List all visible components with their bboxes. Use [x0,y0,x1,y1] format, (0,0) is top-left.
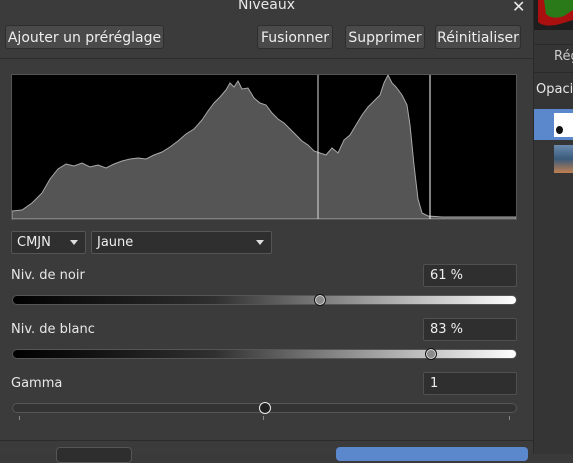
gamma-label: Gamma [11,376,63,391]
black-level-label: Niv. de noir [11,268,85,283]
channel-value: Jaune [97,235,134,250]
levels-dialog: Niveaux ✕ Ajouter un préréglage Fusionne… [0,0,534,463]
histogram [11,73,517,220]
gamma-tick-max [509,416,510,420]
layer-thumbnail [554,113,573,137]
chevron-down-icon [70,240,78,245]
panel-tab[interactable]: Rég [554,49,573,64]
gamma-input[interactable]: 1 [423,372,517,395]
layer-mask-icon [556,126,563,134]
footer-divider [0,440,533,441]
delete-button[interactable]: Supprimer [345,25,425,49]
reset-button[interactable]: Réinitialiser [435,25,521,49]
gamma-tick-mid [263,416,264,420]
chevron-down-icon [256,240,264,245]
histogram-area [11,73,517,220]
white-level-input[interactable]: 83 % [423,318,517,341]
image-layer-thumbnail[interactable] [554,145,573,173]
gamma-tick-min [19,416,20,420]
close-icon[interactable]: ✕ [512,0,525,16]
preview-thumbnail [534,0,573,30]
color-model-value: CMJN [17,235,51,250]
add-preset-button[interactable]: Ajouter un préréglage [5,25,164,49]
channel-select[interactable]: Jaune [91,231,272,254]
white-level-slider[interactable] [12,349,517,359]
divider [0,58,533,59]
layer-row-selected[interactable] [534,109,573,140]
opacity-label: Opaciti [536,82,573,97]
panel-divider-2 [534,72,573,73]
black-level-input[interactable]: 61 % [423,264,517,287]
dialog-title: Niveaux [238,0,295,13]
apply-button[interactable] [336,447,528,461]
title-bar: Niveaux ✕ [0,0,533,16]
white-level-label: Niv. de blanc [11,322,95,337]
color-model-select[interactable]: CMJN [11,231,86,254]
histogram-graph [11,73,517,220]
merge-button[interactable]: Fusionner [257,25,333,49]
cancel-button[interactable] [56,447,132,463]
side-panel: Rég Opaciti [534,0,573,454]
gamma-thumb[interactable] [258,402,271,414]
black-level-thumb[interactable] [314,294,327,306]
panel-divider [534,44,573,45]
black-level-slider[interactable] [12,295,517,305]
